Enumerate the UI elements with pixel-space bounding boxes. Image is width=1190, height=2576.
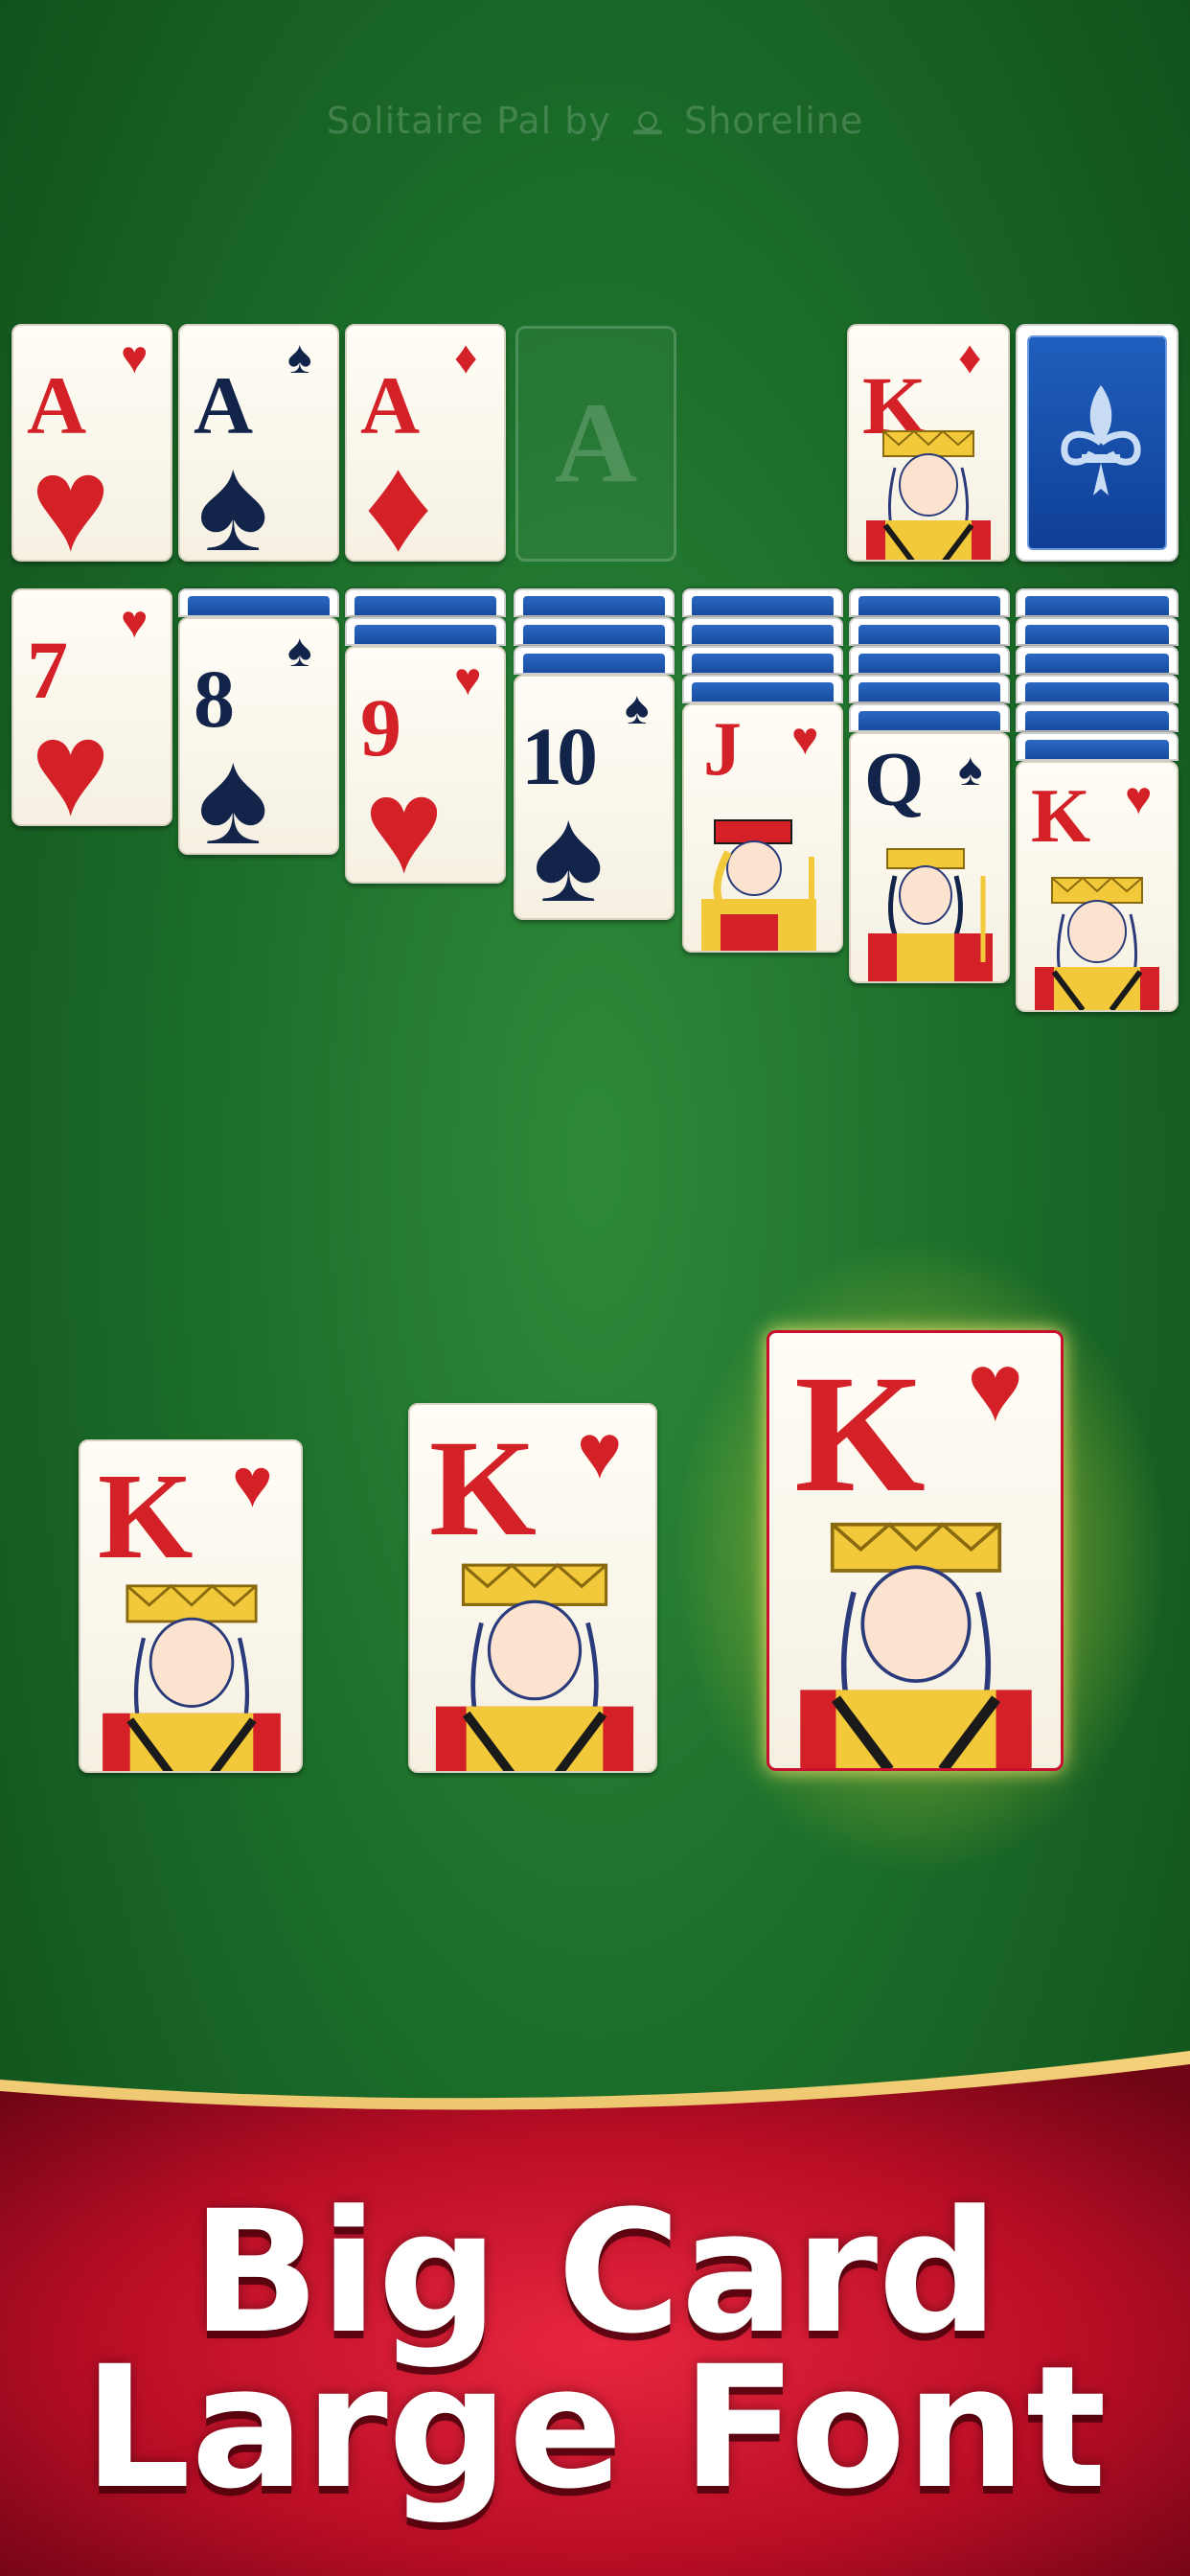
heart-icon: ♥ bbox=[232, 1445, 273, 1522]
card-rank: K bbox=[1031, 774, 1091, 859]
king-face-art bbox=[103, 1583, 281, 1771]
brand-watermark: Solitaire Pal by Shoreline bbox=[0, 100, 1190, 142]
ship-wheel-icon bbox=[633, 111, 662, 135]
heart-icon: ♥ bbox=[967, 1335, 1024, 1441]
face-down-card bbox=[849, 617, 1010, 646]
heart-icon: ♥ bbox=[454, 655, 482, 705]
promo-headline-line2: Large Font bbox=[83, 2330, 1107, 2526]
face-down-card bbox=[849, 646, 1010, 675]
face-down-card bbox=[1016, 703, 1179, 732]
king-face-art bbox=[435, 1563, 634, 1771]
face-down-card bbox=[1016, 588, 1179, 617]
foundation-diamonds[interactable]: A ♦ ♦ bbox=[345, 324, 506, 562]
spade-icon: ♠ bbox=[533, 782, 605, 920]
king-face-art bbox=[800, 1522, 1032, 1768]
face-down-card bbox=[1016, 646, 1179, 675]
card-rank: J bbox=[703, 707, 742, 792]
brand-name: Solitaire Pal by bbox=[326, 100, 611, 142]
card-rank: K bbox=[98, 1448, 194, 1584]
card-rank: Q bbox=[864, 738, 925, 822]
spade-icon: ♠ bbox=[958, 745, 983, 795]
card-rank: K bbox=[429, 1413, 538, 1565]
tableau-card-9-hearts[interactable]: 9 ♥ ♥ bbox=[345, 646, 506, 884]
face-down-card bbox=[1016, 617, 1179, 646]
tableau-card-7-hearts[interactable]: 7 ♥ ♥ bbox=[11, 588, 172, 826]
heart-icon: ♥ bbox=[31, 696, 111, 826]
face-down-card bbox=[514, 617, 675, 646]
king-face-art bbox=[866, 429, 991, 560]
tableau-card-8-spades[interactable]: 8 ♠ ♠ bbox=[178, 617, 339, 855]
diamond-icon: ♦ bbox=[364, 431, 433, 562]
heart-icon: ♥ bbox=[121, 333, 149, 383]
stock-pile[interactable] bbox=[1016, 324, 1179, 562]
face-down-card bbox=[682, 675, 843, 703]
foundation-spades[interactable]: A ♠ ♠ bbox=[178, 324, 339, 562]
face-down-card bbox=[682, 617, 843, 646]
face-down-card bbox=[1016, 732, 1179, 761]
face-down-card bbox=[345, 617, 506, 646]
spade-icon: ♠ bbox=[287, 333, 312, 383]
spade-icon: ♠ bbox=[287, 626, 312, 677]
spade-icon: ♠ bbox=[625, 683, 650, 734]
empty-slot-label: A bbox=[554, 379, 638, 506]
showcase-card-small: K ♥ bbox=[79, 1439, 303, 1773]
showcase-card-medium: K ♥ bbox=[408, 1403, 657, 1773]
face-down-card bbox=[345, 588, 506, 617]
heart-icon: ♥ bbox=[577, 1411, 623, 1495]
showcase-card-large-highlighted: K ♥ bbox=[767, 1330, 1064, 1771]
tableau-card-queen-spades[interactable]: Q ♠ bbox=[849, 732, 1010, 983]
tableau-card-10-spades[interactable]: 10 ♠ ♠ bbox=[514, 675, 675, 920]
queen-face-art bbox=[868, 848, 993, 981]
tableau-card-jack-hearts[interactable]: J ♥ bbox=[682, 703, 843, 953]
face-down-card bbox=[682, 646, 843, 675]
heart-icon: ♥ bbox=[364, 753, 445, 884]
tableau-card-king-hearts[interactable]: K ♥ bbox=[1016, 761, 1179, 1012]
face-down-card bbox=[514, 646, 675, 675]
face-down-card bbox=[849, 588, 1010, 617]
brand-company: Shoreline bbox=[684, 100, 864, 142]
face-down-card bbox=[682, 588, 843, 617]
heart-icon: ♥ bbox=[121, 597, 149, 648]
heart-icon: ♥ bbox=[31, 431, 111, 562]
spade-icon: ♠ bbox=[197, 431, 269, 562]
heart-icon: ♥ bbox=[1125, 773, 1153, 824]
diamond-icon: ♦ bbox=[958, 333, 982, 383]
spade-icon: ♠ bbox=[197, 724, 269, 855]
king-face-art bbox=[1035, 876, 1159, 1010]
foundation-empty-slot[interactable]: A bbox=[515, 326, 676, 562]
fleur-de-lis-icon bbox=[1061, 385, 1141, 495]
face-down-card bbox=[849, 675, 1010, 703]
heart-icon: ♥ bbox=[791, 714, 819, 765]
waste-card[interactable]: K ♦ bbox=[847, 324, 1010, 562]
face-down-card bbox=[1016, 675, 1179, 703]
face-down-card bbox=[514, 588, 675, 617]
card-rank: K bbox=[794, 1341, 926, 1528]
diamond-icon: ♦ bbox=[454, 333, 478, 383]
face-down-card bbox=[849, 703, 1010, 732]
face-down-card bbox=[178, 588, 339, 617]
foundation-hearts[interactable]: A ♥ ♥ bbox=[11, 324, 172, 562]
jack-face-art bbox=[701, 819, 816, 951]
